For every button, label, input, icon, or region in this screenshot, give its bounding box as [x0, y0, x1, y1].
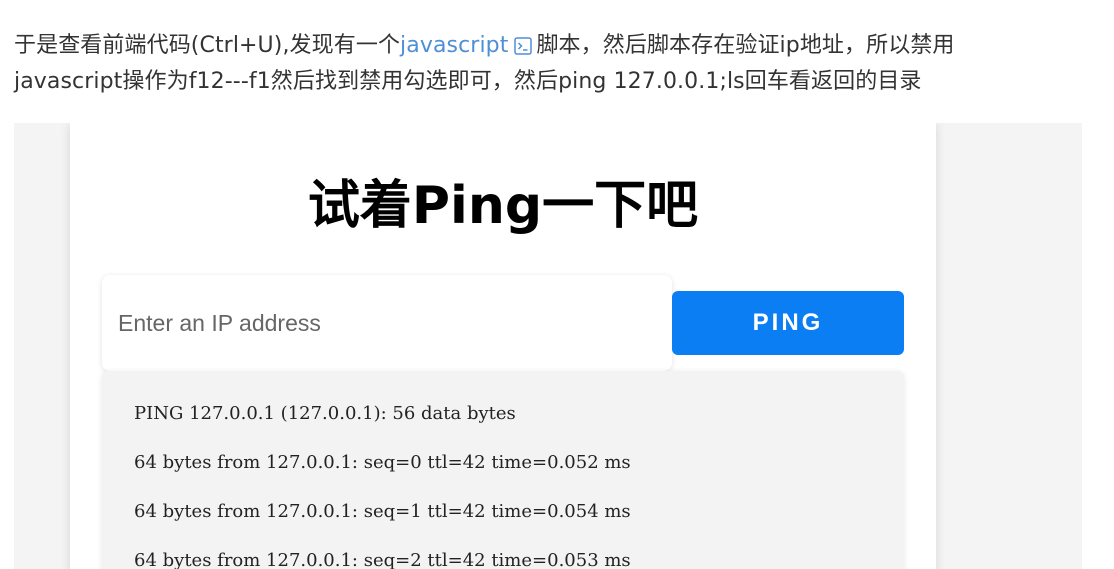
article-text-segment: 于是查看前端代码(Ctrl+U),发现有一个: [14, 33, 401, 58]
article-text-segment: 脚本，然后脚本存在验证ip地址，所以禁用: [536, 33, 955, 58]
javascript-link[interactable]: javascript: [400, 33, 508, 58]
output-line: 64 bytes from 127.0.0.1: seq=0 ttl=42 ti…: [134, 452, 631, 473]
ping-output: PING 127.0.0.1 (127.0.0.1): 56 data byte…: [102, 371, 904, 569]
article-paragraph: 于是查看前端代码(Ctrl+U),发现有一个javascript 脚本，然后脚本存…: [14, 28, 1104, 100]
output-line: 64 bytes from 127.0.0.1: seq=2 ttl=42 ti…: [134, 550, 631, 569]
external-link-icon[interactable]: [514, 31, 533, 55]
embedded-screenshot: 试着Ping一下吧 PING PING 127.0.0.1 (127.0.0.1…: [14, 123, 1082, 569]
ping-button[interactable]: PING: [672, 291, 904, 355]
article-line-2: javascript操作为f12---f1然后找到禁用勾选即可，然后ping 1…: [14, 69, 922, 94]
article-line-1: 于是查看前端代码(Ctrl+U),发现有一个javascript 脚本，然后脚本存…: [14, 28, 1104, 64]
ip-address-input[interactable]: [102, 275, 672, 371]
ping-card: 试着Ping一下吧 PING PING 127.0.0.1 (127.0.0.1…: [70, 123, 936, 569]
output-line: PING 127.0.0.1 (127.0.0.1): 56 data byte…: [134, 403, 516, 424]
output-line: 64 bytes from 127.0.0.1: seq=1 ttl=42 ti…: [134, 501, 631, 522]
page-title: 试着Ping一下吧: [307, 176, 699, 236]
